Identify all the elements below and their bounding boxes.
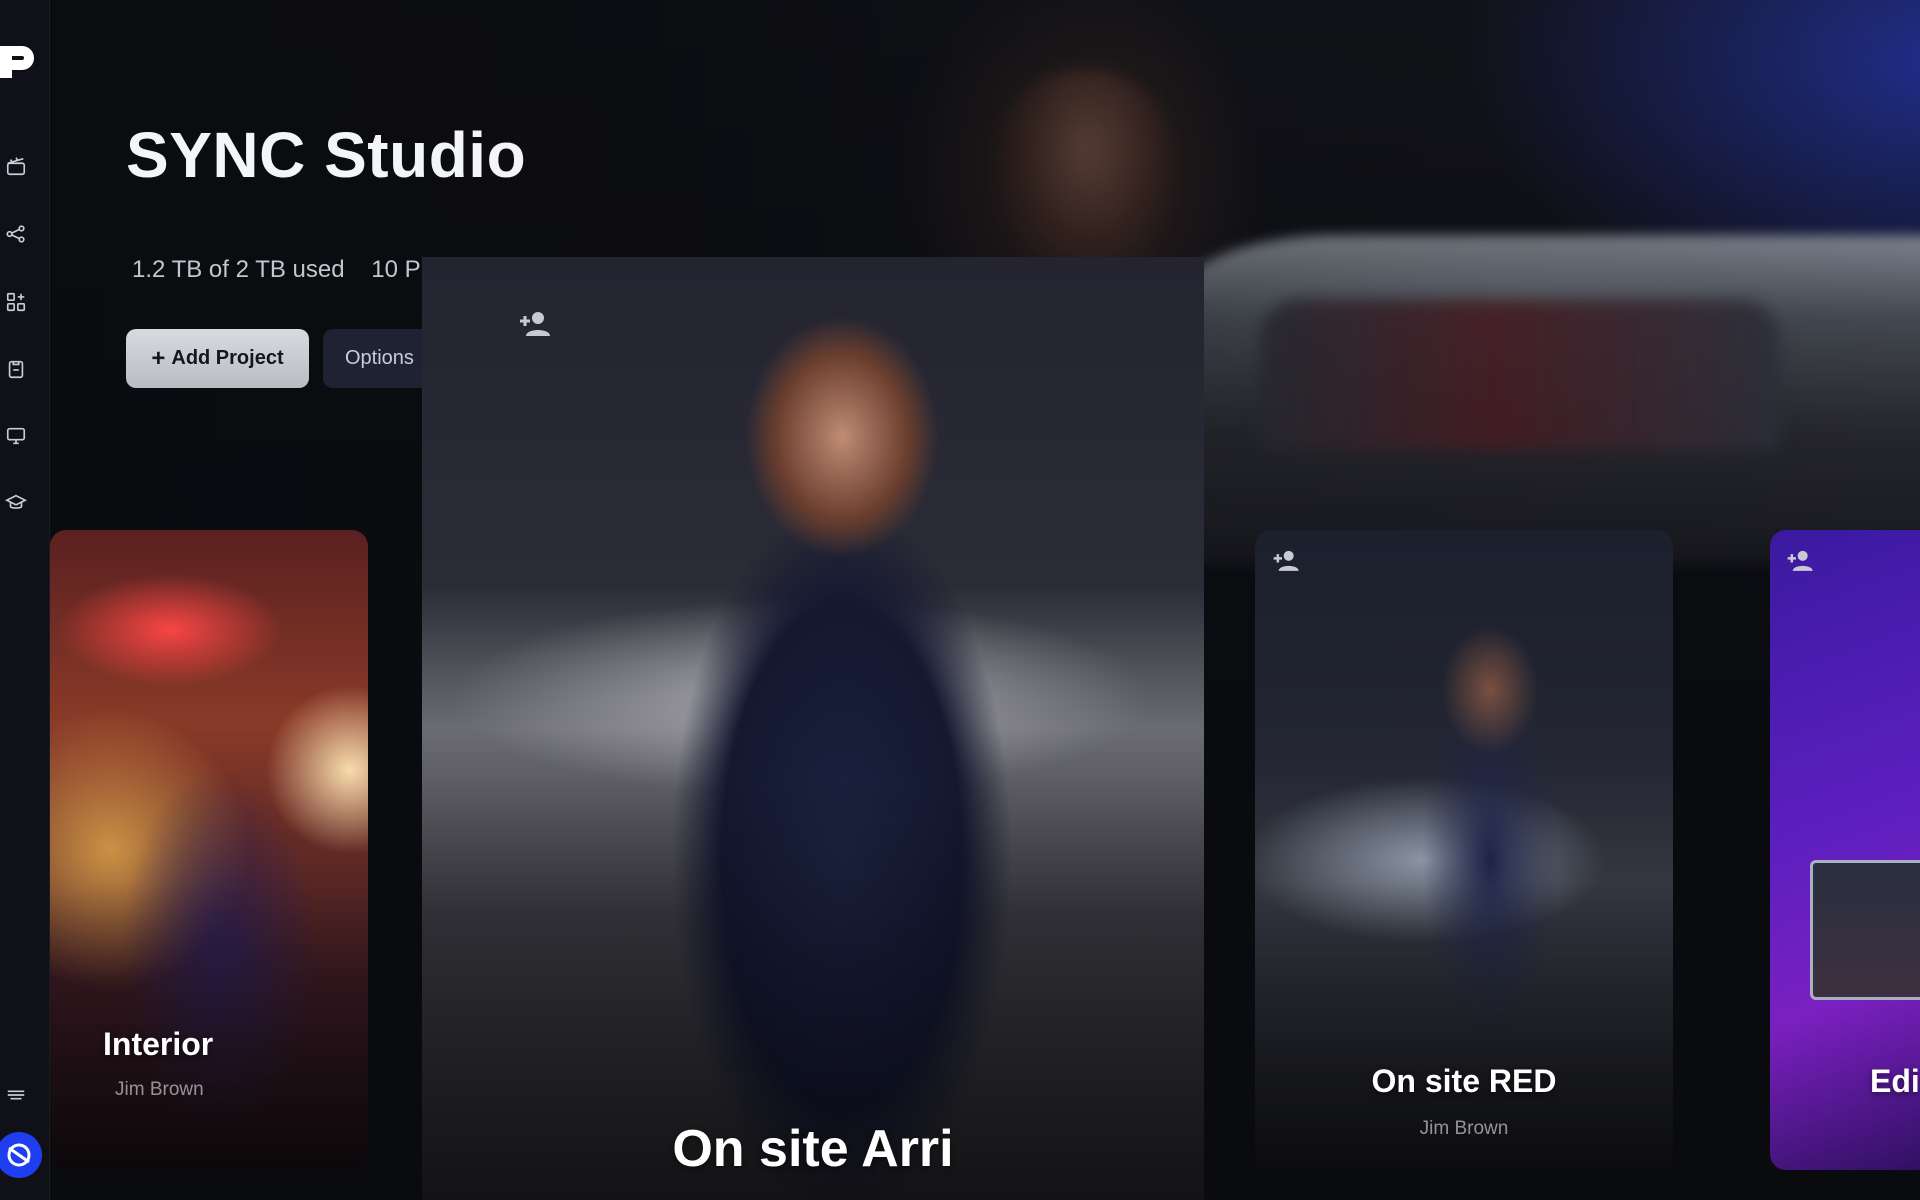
project-title: On site Arri [672,1120,954,1178]
share-nodes-icon[interactable] [4,222,28,246]
apps-grid-icon[interactable] [4,290,28,314]
add-project-label: Add Project [171,347,284,369]
graduation-cap-icon[interactable] [4,491,28,515]
project-title: On site RED [1371,1063,1557,1099]
project-owner: Jim Brown [1419,1118,1509,1139]
page-title: SYNC Studio [126,119,527,191]
sidebar [0,0,50,1200]
project-title: Edi [1870,1063,1920,1099]
add-user-icon[interactable] [1786,548,1816,577]
monitor-icon[interactable] [4,424,28,448]
clapperboard-icon[interactable] [4,154,28,178]
project-count-text: 10 Pr [371,256,429,283]
project-owner: Jim Brown [115,1079,204,1100]
project-card-on-site-arri[interactable]: On site Arri [422,257,1204,1200]
options-label: Options [345,347,414,369]
project-card-interior[interactable]: Interior Jim Brown [50,530,368,1170]
project-title: Interior [103,1026,214,1062]
storage-stats: 1.2 TB of 2 TB used 10 Pr [132,256,429,284]
user-avatar-icon [7,1143,31,1167]
menu-icon[interactable] [5,1084,27,1106]
monitor-image [1810,860,1920,1000]
app-root: SYNC Studio 1.2 TB of 2 TB used 10 Pr + … [0,0,1920,1200]
project-card-on-site-red[interactable]: On site RED Jim Brown [1255,530,1673,1170]
add-project-button[interactable]: + Add Project [126,329,309,388]
clipboard-icon[interactable] [4,357,28,381]
app-logo-icon[interactable] [0,42,36,84]
project-card-edit[interactable]: Edi [1770,530,1920,1170]
add-user-icon[interactable] [1272,548,1302,577]
plus-icon: + [151,344,166,372]
storage-used-text: 1.2 TB of 2 TB used [132,256,345,283]
user-avatar[interactable] [0,1132,42,1178]
add-user-icon[interactable] [518,309,554,342]
